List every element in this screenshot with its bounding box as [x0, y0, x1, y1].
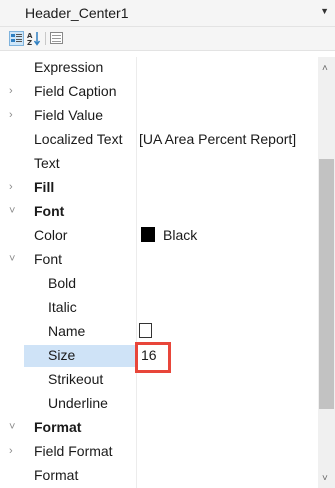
property-row-bold[interactable]: Bold — [0, 273, 318, 295]
property-row-strikeout[interactable]: Strikeout — [0, 369, 318, 391]
font-name-swatch[interactable] — [139, 323, 152, 338]
property-grid: Expression › Field Caption › Field Value… — [0, 57, 318, 488]
property-name: Field Value — [34, 107, 104, 123]
property-name: Expression — [34, 59, 104, 75]
color-value-text: Black — [163, 227, 198, 243]
color-swatch — [141, 227, 155, 242]
property-name: Bold — [48, 275, 77, 291]
scroll-down-icon[interactable]: ˅ — [322, 473, 328, 484]
property-row-expression[interactable]: Expression — [0, 57, 318, 79]
chevron-down-icon[interactable]: ▼ — [320, 6, 329, 16]
chevron-right-icon[interactable]: › — [9, 85, 13, 97]
property-row-field-caption[interactable]: › Field Caption — [0, 81, 318, 103]
category-row-format[interactable]: ˅ Format — [0, 417, 318, 439]
property-row-field-format[interactable]: › Field Format — [0, 441, 318, 463]
object-selector-value: Header_Center1 — [25, 5, 129, 21]
property-name: Text — [34, 155, 60, 171]
property-name: Size — [48, 347, 76, 363]
property-value[interactable]: [UA Area Percent Report] — [139, 131, 296, 147]
property-row-font[interactable]: ˅ Font — [0, 249, 318, 271]
svg-text:Z: Z — [27, 39, 32, 46]
property-name: Color — [34, 227, 68, 243]
column-divider[interactable] — [136, 57, 137, 488]
property-row-size[interactable]: Size 16 — [0, 345, 318, 367]
size-input[interactable]: 16 — [141, 347, 157, 363]
chevron-down-icon[interactable]: ˅ — [9, 205, 15, 217]
category-name: Format — [34, 419, 82, 435]
property-name: Name — [48, 323, 86, 339]
property-toolbar: A Z — [0, 27, 335, 51]
chevron-down-icon[interactable]: ˅ — [9, 421, 15, 433]
category-row-font[interactable]: ˅ Font — [0, 201, 318, 223]
property-name: Field Caption — [34, 83, 117, 99]
property-name: Italic — [48, 299, 77, 315]
chevron-down-icon[interactable]: ˅ — [9, 253, 15, 265]
chevron-right-icon[interactable]: › — [9, 181, 13, 193]
selection-highlight — [24, 345, 136, 367]
toolbar-separator — [45, 32, 46, 45]
property-value[interactable]: Black — [139, 227, 197, 243]
category-name: Fill — [34, 179, 55, 195]
property-row-localized-text[interactable]: Localized Text [UA Area Percent Report] — [0, 129, 318, 151]
property-row-underline[interactable]: Underline — [0, 393, 318, 415]
scroll-thumb[interactable] — [319, 159, 334, 409]
object-selector-dropdown[interactable]: Header_Center1 ▼ — [0, 0, 335, 27]
property-row-format[interactable]: Format — [0, 465, 318, 487]
scroll-up-icon[interactable]: ˄ — [322, 63, 328, 74]
property-pages-icon[interactable] — [50, 31, 65, 46]
property-name: Font — [34, 251, 63, 267]
property-row-name[interactable]: Name — [0, 321, 318, 343]
property-name: Strikeout — [48, 371, 104, 387]
property-name: Underline — [48, 395, 108, 411]
property-name: Field Format — [34, 443, 113, 459]
vertical-scrollbar[interactable]: ˄ ˅ — [318, 57, 335, 488]
categorized-icon[interactable] — [9, 31, 24, 46]
alphabetical-sort-icon[interactable]: A Z — [27, 31, 42, 47]
chevron-right-icon[interactable]: › — [9, 109, 13, 121]
property-row-italic[interactable]: Italic — [0, 297, 318, 319]
property-row-field-value[interactable]: › Field Value — [0, 105, 318, 127]
category-row-fill[interactable]: › Fill — [0, 177, 318, 199]
chevron-right-icon[interactable]: › — [9, 445, 13, 457]
category-name: Font — [34, 203, 65, 219]
property-row-color[interactable]: Color Black — [0, 225, 318, 247]
property-name: Localized Text — [34, 131, 123, 147]
property-name: Format — [34, 467, 79, 483]
property-row-text[interactable]: Text — [0, 153, 318, 175]
